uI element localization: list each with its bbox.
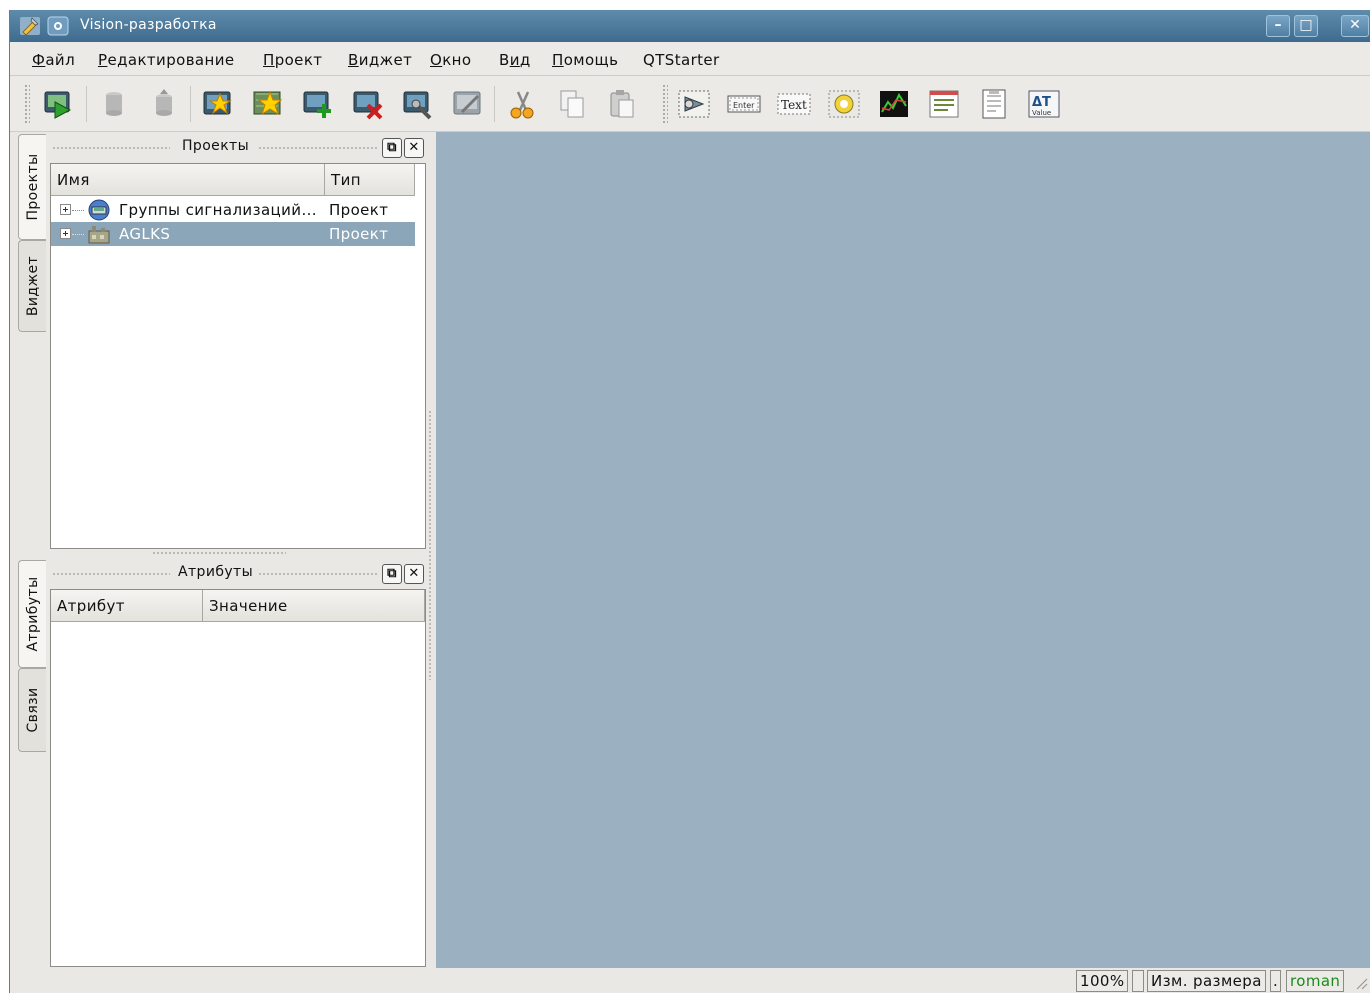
- form-element-widget-icon[interactable]: Enter: [726, 86, 762, 122]
- workspace-splitter[interactable]: [428, 410, 432, 680]
- svg-text:ΔT: ΔT: [1032, 95, 1051, 110]
- menu-window[interactable]: Окно: [430, 51, 471, 69]
- column-header-value[interactable]: Значение: [203, 590, 425, 622]
- tree-row-alarm-groups[interactable]: Группы сигнализаций... Проект: [51, 198, 415, 222]
- zoom-indicator[interactable]: 100%: [1076, 970, 1129, 992]
- svg-text:Enter: Enter: [733, 101, 755, 110]
- dock-splitter[interactable]: [152, 551, 286, 555]
- toolbar: Enter Text ΔT Value: [10, 76, 1370, 132]
- menu-bar: Файл Редактирование Проект Виджет Окно В…: [10, 42, 1370, 76]
- status-dot: .: [1270, 970, 1282, 992]
- user-indicator[interactable]: roman: [1286, 970, 1345, 992]
- resize-grip-icon[interactable]: [1354, 976, 1368, 990]
- diagram-widget-icon[interactable]: [876, 86, 912, 122]
- window-menu-icon[interactable]: [46, 14, 70, 38]
- db-save-icon[interactable]: [146, 86, 182, 122]
- project-name: Группы сигнализаций...: [119, 201, 317, 219]
- app-tools-icon[interactable]: [18, 14, 42, 38]
- attributes-dock-titlebar[interactable]: Атрибуты ⧉ ✕: [50, 562, 426, 586]
- projects-dock-title: Проекты: [182, 138, 250, 154]
- projects-tree[interactable]: Имя Тип Группы сигнализаций... Проект AG…: [50, 163, 426, 549]
- media-widget-icon[interactable]: [826, 86, 862, 122]
- menu-view[interactable]: Вид: [499, 51, 531, 69]
- copy-icon[interactable]: [554, 86, 590, 122]
- delete-widget-icon[interactable]: [350, 86, 386, 122]
- document-widget-icon[interactable]: [976, 86, 1012, 122]
- tree-row-aglks[interactable]: AGLKS Проект: [51, 222, 415, 246]
- attributes-dock-title: Атрибуты: [178, 564, 254, 580]
- project-type: Проект: [329, 201, 389, 219]
- db-load-icon[interactable]: [96, 86, 132, 122]
- mdi-workspace[interactable]: [436, 132, 1370, 978]
- menu-help[interactable]: Помощь: [552, 51, 618, 69]
- elfigure-widget-icon[interactable]: [676, 86, 712, 122]
- add-widget-icon[interactable]: [300, 86, 336, 122]
- menu-qtstarter[interactable]: QTStarter: [643, 51, 720, 69]
- project-plant-icon: [87, 223, 111, 245]
- column-header-name[interactable]: Имя: [51, 164, 325, 196]
- menu-file[interactable]: Файл: [32, 51, 75, 69]
- project-globe-icon: [87, 199, 111, 221]
- close-window-button[interactable]: ✕: [1341, 15, 1369, 37]
- attributes-dock-float-button[interactable]: ⧉: [382, 564, 402, 584]
- minimize-button[interactable]: –: [1266, 15, 1290, 37]
- expand-toggle[interactable]: [60, 204, 71, 215]
- toolbar-grip[interactable]: [24, 84, 30, 124]
- status-empty-cell: [1132, 970, 1144, 992]
- widget-edit-icon[interactable]: [450, 86, 486, 122]
- new-library-icon[interactable]: [250, 86, 286, 122]
- title-bar[interactable]: Vision-разработка – □ ✕: [10, 10, 1370, 42]
- column-header-type[interactable]: Тип: [325, 164, 415, 196]
- maximize-button[interactable]: □: [1294, 15, 1318, 37]
- tab-attributes[interactable]: Атрибуты: [18, 560, 46, 668]
- project-type: Проект: [329, 225, 389, 243]
- status-bar: 100% Изм. размера . roman: [10, 968, 1370, 993]
- svg-text:Value: Value: [1032, 109, 1051, 117]
- column-header-attribute[interactable]: Атрибут: [51, 590, 203, 622]
- menu-edit[interactable]: Редактирование: [98, 51, 235, 69]
- expand-toggle[interactable]: [60, 228, 71, 239]
- main-window: Vision-разработка – □ ✕ Файл Редактирова…: [9, 10, 1370, 993]
- toolbar-grip-2[interactable]: [662, 84, 668, 124]
- project-name: AGLKS: [119, 225, 171, 243]
- paste-icon[interactable]: [604, 86, 640, 122]
- new-project-icon[interactable]: [200, 86, 236, 122]
- window-title: Vision-разработка: [80, 17, 217, 33]
- attributes-table[interactable]: Атрибут Значение: [50, 589, 426, 967]
- run-project-icon[interactable]: [40, 86, 76, 122]
- menu-widget[interactable]: Виджет: [348, 51, 412, 69]
- value-archive-widget-icon[interactable]: ΔT Value: [1026, 86, 1062, 122]
- projects-dock-titlebar[interactable]: Проекты ⧉ ✕: [50, 136, 426, 160]
- tab-widget[interactable]: Виджет: [18, 240, 46, 332]
- text-widget-icon[interactable]: Text: [776, 86, 812, 122]
- svg-text:Text: Text: [781, 98, 807, 112]
- tab-projects[interactable]: Проекты: [18, 134, 46, 240]
- attributes-dock-close-button[interactable]: ✕: [404, 564, 424, 584]
- tab-links[interactable]: Связи: [18, 668, 46, 752]
- widget-properties-icon[interactable]: [400, 86, 436, 122]
- edit-mode-indicator[interactable]: Изм. размера: [1147, 970, 1266, 992]
- projects-dock-float-button[interactable]: ⧉: [382, 138, 402, 158]
- cut-icon[interactable]: [504, 86, 540, 122]
- menu-project[interactable]: Проект: [263, 51, 322, 69]
- protocol-widget-icon[interactable]: [926, 86, 962, 122]
- projects-dock-close-button[interactable]: ✕: [404, 138, 424, 158]
